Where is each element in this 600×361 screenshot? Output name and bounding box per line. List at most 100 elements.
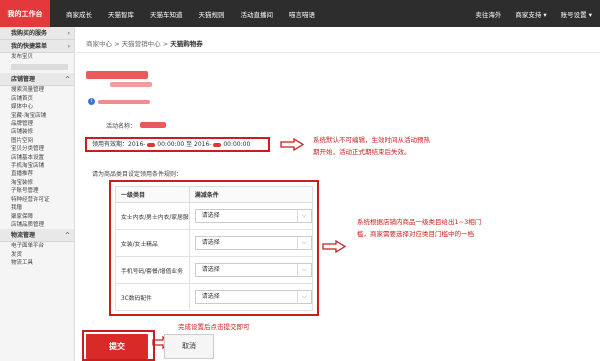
table-row: 手机号码/套餐/增值业务 请选择 ⌵ [115,256,314,284]
sidebar-item[interactable]: 图片空间 [0,137,74,145]
table-header-row: 一级类目 满减条件 [115,186,314,203]
sidebar-item[interactable]: 物流工具 [0,259,74,267]
nav-item[interactable]: 活动直播间 [241,9,274,19]
select-value: 请选择 [201,212,220,219]
submit-button[interactable]: 提交 [86,334,148,359]
chevron-up-icon: ^ [64,76,70,84]
arrow-right-icon [280,138,304,151]
category-cell: 手机号码/套餐/增值业务 [115,256,190,284]
cancel-button[interactable]: 取消 [164,334,214,359]
validity-text: 00:00:00 至 2016- [157,141,212,148]
annotation-line: 期开始，活动正式期结束后失效。 [313,148,411,156]
sidebar-item[interactable]: 发货 [0,251,74,259]
info-icon: i [88,98,95,105]
sidebar-section-shortcuts[interactable]: 我的快捷菜单 › [0,40,74,53]
redacted-date [147,142,156,147]
condition-cell: 请选择 ⌵ [188,229,314,257]
nav-item[interactable]: 天猫智库 [108,9,134,19]
table-row: 女士内衣/男士内衣/家居服 请选择 ⌵ [115,202,314,230]
redacted-item [11,64,68,71]
condition-select[interactable]: 请选择 ⌵ [194,209,312,223]
sidebar-item[interactable]: 特种经营许可证 [0,196,74,204]
redacted-activity-name [140,122,166,128]
section-title: 店铺管理 [11,76,36,84]
category-table: 一级类目 满减条件 女士内衣/男士内衣/家居服 请选择 ⌵ 女装/女士精品 请选… [115,186,314,311]
sidebar-section-logistics[interactable]: 物流管理 ^ [0,229,74,243]
table-row: 女装/女士精品 请选择 ⌵ [115,229,314,257]
annotation-line: 系统默认不可编辑，生效时间从活动预热 [313,136,430,144]
condition-cell: 请选择 ⌵ [188,283,314,311]
sidebar-item[interactable]: 品牌管理 [0,120,74,128]
sidebar-item[interactable]: 直播推荐 [0,170,74,178]
condition-select[interactable]: 请选择 ⌵ [194,236,312,250]
condition-select[interactable]: 请选择 ⌵ [194,290,312,304]
nav-item[interactable]: 商家成长 [66,9,92,19]
sidebar-item[interactable]: 店铺首页 [0,95,74,103]
sidebar-item[interactable]: 淘宝装修 [0,179,74,187]
column-header: 一级类目 [115,186,190,203]
sidebar-item[interactable]: 媒体中心 [0,103,74,111]
validity-text: 领用有效期：2016- [92,141,146,148]
redacted-info [98,100,150,104]
sidebar-section-store[interactable]: 店铺管理 ^ [0,73,74,87]
sidebar-item[interactable]: 聚家保障 [0,213,74,221]
nav-item[interactable]: 喵言喵语 [289,9,315,19]
sidebar-item-publish[interactable]: 发布宝贝 [0,53,74,61]
breadcrumb: 商家中心 > 天猫营销中心 > 天猫购物券 [86,38,203,48]
category-prompt: 请为商品类目设定领用条件规则： [92,171,183,178]
annotation-submit: 完成设置后点击提交即可 [178,323,250,331]
select-value: 请选择 [201,293,220,300]
sidebar-item[interactable]: 我赠 [0,204,74,212]
top-nav-bar: 我的工作台 商家成长 天猫智库 天猫车知道 天猫规则 活动直播间 喵言喵语 卖往… [0,0,600,27]
validity-text: 00:00:00 [223,141,251,148]
category-cell: 女士内衣/男士内衣/家居服 [115,202,190,230]
condition-cell: 请选择 ⌵ [188,202,314,230]
sidebar-item[interactable]: 店铺基本设置 [0,154,74,162]
chevron-down-icon: ⌵ [296,264,311,276]
select-value: 请选择 [201,239,220,246]
section-title: 我的快捷菜单 [11,43,48,50]
annotation-line: 槛，商家需要选择对应类目门槛中的一档 [357,230,474,238]
sidebar-item[interactable]: 店铺品质管理 [0,221,74,229]
store-items: 搜索流量管理 店铺首页 媒体中心 宝藏-淘宝店铺 品牌管理 店铺装修 图片空间 宝贝分类管理店… [0,86,74,229]
annotation-validity: 系统默认不可编辑，生效时间从活动预热 期开始，活动正式期结束后失效。 [313,134,430,158]
annotation-category: 系统根据店铺内商品一级类目给出1~3相门 槛，商家需要选择对应类目门槛中的一档 [357,216,481,240]
overseas-link[interactable]: 卖往海外 [475,9,501,19]
table-row: 3C数码配件 请选择 ⌵ [115,283,314,311]
category-cell: 3C数码配件 [115,283,190,311]
condition-select[interactable]: 请选择 ⌵ [194,263,312,277]
logistics-items: 电子面单平台 发货 物流工具 [0,242,74,267]
breadcrumb-link[interactable]: 天猫营销中心 [122,40,161,48]
activity-name-label: 活动名称： [106,121,136,130]
sidebar-item[interactable]: 宝贝分类管理 [0,145,74,153]
chevron-right-icon: › [67,43,70,50]
merchant-support-menu[interactable]: 商家支持 ▾ [515,9,546,19]
redacted-date [213,142,222,147]
breadcrumb-link[interactable]: 商家中心 [86,40,112,48]
nav-item[interactable]: 天猫车知道 [150,9,183,19]
account-settings-menu[interactable]: 账号设置 ▾ [561,9,592,19]
section-title: 物流管理 [11,232,36,240]
breadcrumb-sep: > [114,40,120,48]
breadcrumb-sep: > [162,40,169,48]
sidebar-item[interactable]: 搜索流量管理 [0,86,74,94]
workbench-tab[interactable]: 我的工作台 [0,0,50,27]
chevron-down-icon: ⌵ [296,291,311,303]
chevron-up-icon: ^ [64,232,70,240]
sidebar-item[interactable]: 手机淘宝店铺 [0,162,74,170]
select-value: 请选择 [201,266,220,273]
sidebar-section-services[interactable]: 我购买的服务 › [0,27,74,40]
top-right-links: 卖往海外 商家支持 ▾ 账号设置 ▾ [461,0,592,27]
nav-item[interactable]: 天猫规则 [199,9,225,19]
sidebar: 我购买的服务 › 我的快捷菜单 › 发布宝贝 店铺管理 ^ 搜索流量管理 店铺首页… [0,27,75,361]
section-title: 我购买的服务 [11,30,48,37]
arrow-right-icon [322,240,346,253]
sidebar-item[interactable]: 子账号管理 [0,187,74,195]
annotation-line: 系统根据店铺内商品一级类目给出1~3相门 [357,218,482,226]
sidebar-item[interactable]: 宝藏-淘宝店铺 [0,112,74,120]
label: 活动名称： [106,123,137,130]
sidebar-item[interactable]: 店铺装修 [0,128,74,136]
sidebar-item[interactable]: 电子面单平台 [0,242,74,250]
category-rules-box: 一级类目 满减条件 女士内衣/男士内衣/家居服 请选择 ⌵ 女装/女士精品 请选… [109,180,319,316]
chevron-down-icon: ⌵ [296,210,311,222]
